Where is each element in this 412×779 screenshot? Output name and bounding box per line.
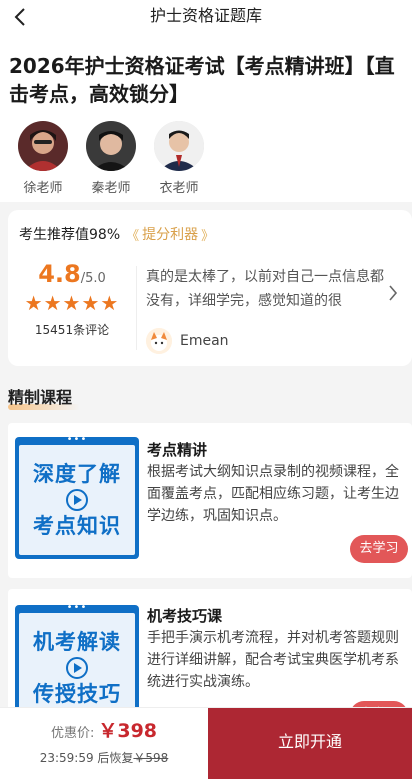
review-count: 15451条评论 — [34, 323, 110, 337]
course-thumbnail: ••• 机考解读 传授技巧 — [15, 602, 139, 719]
recommend-badge: 《 提分利器 》 — [126, 224, 214, 244]
commenter-avatar — [146, 328, 172, 354]
thumb-line1: 机考解读 — [33, 629, 121, 654]
course-desc: 根据考试大纲知识点录制的视频课程，全面覆盖考点，匹配相应练习题，让考生边学边练，… — [147, 464, 399, 524]
price-label: 优惠价: — [50, 726, 95, 741]
score-box: 4.8/5.0 ★★★★★ 15451条评论 — [8, 260, 136, 360]
teacher-avatar — [154, 121, 204, 171]
price-value: 398 — [117, 720, 158, 742]
top-nav: 护士资格证题库 — [0, 0, 412, 36]
review-comment: 真的是太棒了，以前对自己一点信息都没有，详细学完，感觉知道的很 — [146, 269, 384, 309]
learn-button[interactable]: 去学习 — [350, 535, 408, 563]
course-thumbnail: ••• 深度了解 考点知识 — [15, 434, 139, 559]
currency-symbol: ￥ — [98, 720, 118, 742]
page-title: 护士资格证题库 — [149, 6, 262, 25]
teacher-list: 徐老师 秦老师 衣老师 — [9, 121, 213, 196]
recommend-label: 考生推荐值98% — [19, 227, 121, 243]
course-name: 考点精讲 — [147, 441, 208, 459]
teacher-name: 秦老师 — [91, 181, 131, 196]
thumb-line2: 传授技巧 — [33, 681, 121, 706]
star-rating: ★★★★★ — [8, 291, 136, 315]
teacher-item[interactable]: 衣老师 — [145, 121, 213, 196]
thumb-dots: ••• — [66, 434, 88, 445]
commenter: Emean — [146, 328, 229, 354]
teacher-avatar — [86, 121, 136, 171]
course-desc: 手把手演示机考流程，并对机考答题规则进行详细讲解，配合考试宝典医学机考系统进行实… — [147, 630, 399, 690]
purchase-bar: 优惠价: ￥ 398 23:59:59 后恢复￥598 立即开通 — [0, 707, 412, 779]
thumb-dots: ••• — [66, 602, 88, 613]
star-icon: ★ — [43, 291, 63, 315]
star-icon: ★ — [100, 291, 120, 315]
countdown-text: 23:59:59 后恢复 — [39, 751, 134, 765]
course-header: 2026年护士资格证考试【考点精讲班】【直击考点，高效锁分】 徐老师 秦老师 衣… — [0, 36, 412, 202]
star-icon: ★ — [81, 291, 101, 315]
badge-text: 提分利器 — [142, 227, 199, 243]
course-title: 2026年护士资格证考试【考点精讲班】【直击考点，高效锁分】 — [9, 54, 395, 106]
countdown: 23:59:59 后恢复￥598 — [0, 749, 208, 766]
teacher-name: 徐老师 — [23, 181, 63, 196]
play-icon — [66, 657, 88, 679]
divider — [136, 266, 137, 350]
laurel-right-icon: 》 — [201, 228, 215, 244]
score-value: 4.8/5.0 — [38, 260, 106, 288]
price-line: 优惠价: ￥ 398 — [0, 716, 208, 743]
laurel-left-icon: 《 — [126, 228, 140, 244]
open-now-button[interactable]: 立即开通 — [208, 708, 412, 779]
rating-card[interactable]: 考生推荐值98% 《 提分利器 》 4.8/5.0 ★★★★★ 15451条评论… — [8, 210, 412, 366]
course-item[interactable]: ••• 机考解读 传授技巧 机考技巧课 手把手演示机考流程，并对机考答题规则进行… — [8, 589, 412, 719]
thumb-line2: 考点知识 — [33, 513, 121, 538]
course-item[interactable]: ••• 深度了解 考点知识 考点精讲 根据考试大纲知识点录制的视频课程，全面覆盖… — [8, 423, 412, 578]
original-price: ￥598 — [133, 751, 169, 765]
teacher-item[interactable]: 徐老师 — [9, 121, 77, 196]
teacher-item[interactable]: 秦老师 — [77, 121, 145, 196]
star-icon: ★ — [62, 291, 82, 315]
commenter-name: Emean — [180, 333, 229, 349]
price-box: 优惠价: ￥ 398 23:59:59 后恢复￥598 — [0, 708, 208, 779]
star-icon: ★ — [24, 291, 44, 315]
course-name: 机考技巧课 — [147, 607, 223, 625]
teacher-name: 衣老师 — [159, 181, 199, 196]
teacher-avatar — [18, 121, 68, 171]
play-icon — [66, 489, 88, 511]
thumb-line1: 深度了解 — [33, 461, 121, 486]
chevron-right-icon[interactable] — [388, 284, 398, 306]
section-title: 精制课程 — [8, 384, 80, 410]
recommend-row: 考生推荐值98% 《 提分利器 》 — [19, 224, 214, 244]
